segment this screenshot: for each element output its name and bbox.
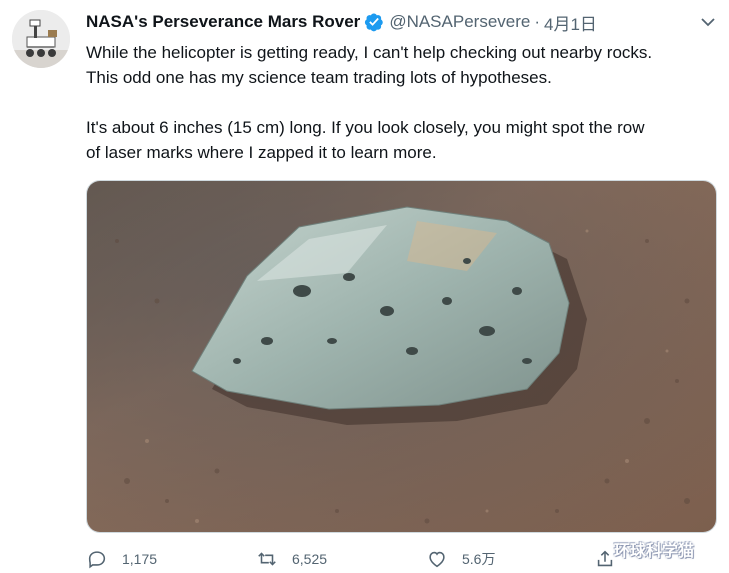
- retweet-button[interactable]: 6,525: [256, 548, 327, 570]
- tweet-text: While the helicopter is getting ready, I…: [86, 40, 726, 165]
- tweet[interactable]: NASA's Perseverance Mars Rover @NASAPers…: [0, 0, 729, 573]
- author-display-name[interactable]: NASA's Perseverance Mars Rover: [86, 12, 360, 32]
- like-button[interactable]: 5.6万: [426, 548, 495, 570]
- reply-button[interactable]: 1,175: [86, 548, 157, 570]
- tweet-actions: 1,175 6,525 5.6万: [86, 548, 626, 572]
- tweet-text-line: It's about 6 inches (15 cm) long. If you…: [86, 118, 645, 137]
- tweet-text-line: This odd one has my science team trading…: [86, 68, 552, 87]
- like-count: 5.6万: [462, 551, 496, 567]
- tweet-header: NASA's Perseverance Mars Rover @NASAPers…: [86, 10, 597, 34]
- reply-icon: [88, 551, 106, 569]
- heart-icon: [429, 551, 445, 568]
- tweet-text-line: of laser marks where I zapped it to lear…: [86, 143, 437, 162]
- retweet-count: 6,525: [292, 551, 328, 567]
- mars-rock-photo: [87, 181, 716, 532]
- retweet-icon: [258, 552, 276, 566]
- tweet-paragraph-1: While the helicopter is getting ready, I…: [86, 40, 726, 90]
- share-icon: [597, 550, 613, 567]
- watermark: 环球科学猫: [614, 543, 695, 560]
- reply-count: 1,175: [122, 551, 158, 567]
- rover-avatar-icon: [12, 10, 70, 68]
- author-handle[interactable]: @NASAPersevere: [389, 12, 530, 32]
- verified-badge-icon: [365, 13, 384, 32]
- tweet-text-line: While the helicopter is getting ready, I…: [86, 43, 653, 62]
- tweet-photo[interactable]: [86, 180, 717, 533]
- tweet-date[interactable]: 4月1日: [544, 10, 597, 35]
- header-separator: ·: [534, 12, 541, 31]
- avatar[interactable]: [12, 10, 70, 68]
- chevron-down-icon: [701, 18, 715, 27]
- more-options-button[interactable]: [696, 12, 720, 32]
- tweet-paragraph-2: It's about 6 inches (15 cm) long. If you…: [86, 115, 726, 165]
